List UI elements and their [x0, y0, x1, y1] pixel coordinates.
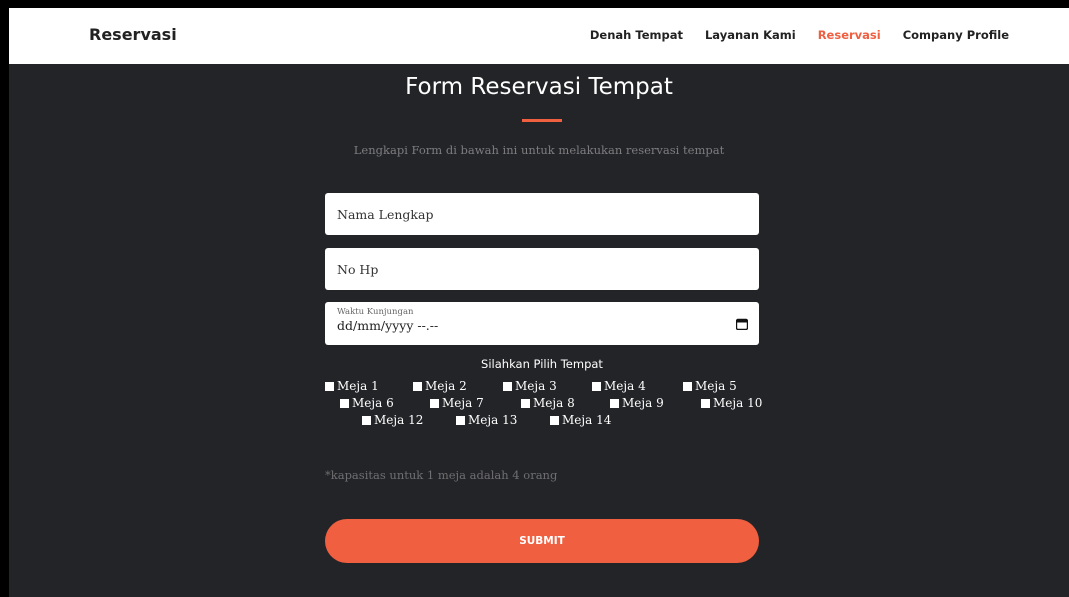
table-checkbox-meja-4[interactable]: Meja 4 — [592, 379, 646, 393]
visit-datetime-value[interactable]: dd/mm/yyyy --.-- — [337, 318, 747, 333]
table-checkbox-meja-1[interactable]: Meja 1 — [325, 379, 379, 393]
checkbox-icon[interactable] — [592, 381, 601, 391]
table-checkbox-meja-10[interactable]: Meja 10 — [701, 396, 762, 410]
nav-link-layanan-kami[interactable]: Layanan Kami — [705, 28, 796, 42]
table-checkbox-meja-8[interactable]: Meja 8 — [521, 396, 575, 410]
table-checkbox-label: Meja 12 — [374, 413, 424, 427]
page-subtitle: Lengkapi Form di bawah ini untuk melakuk… — [353, 143, 725, 157]
table-pick-label: Silahkan Pilih Tempat — [481, 357, 603, 371]
nav-link-reservasi[interactable]: Reservasi — [818, 28, 881, 42]
checkbox-icon[interactable] — [456, 415, 465, 425]
table-checkbox-meja-7[interactable]: Meja 7 — [430, 396, 484, 410]
table-checkbox-label: Meja 14 — [562, 413, 612, 427]
checkbox-icon[interactable] — [610, 398, 619, 408]
table-checkbox-label: Meja 3 — [515, 379, 557, 393]
visit-datetime-label: Waktu Kunjungan — [337, 307, 414, 317]
checkbox-icon[interactable] — [683, 381, 692, 391]
table-checkbox-label: Meja 6 — [352, 396, 394, 410]
table-checkbox-label: Meja 8 — [533, 396, 575, 410]
checkbox-icon[interactable] — [550, 415, 559, 425]
window-border-left — [0, 0, 9, 597]
visit-datetime-field[interactable]: Waktu Kunjungan dd/mm/yyyy --.-- — [325, 302, 759, 345]
table-checkbox-label: Meja 7 — [442, 396, 484, 410]
table-checkbox-meja-5[interactable]: Meja 5 — [683, 379, 737, 393]
table-checkbox-meja-3[interactable]: Meja 3 — [503, 379, 557, 393]
table-checkbox-label: Meja 1 — [337, 379, 379, 393]
checkbox-icon[interactable] — [701, 398, 710, 408]
table-checkbox-meja-14[interactable]: Meja 14 — [550, 413, 611, 427]
table-checkbox-label: Meja 13 — [468, 413, 518, 427]
table-checkbox-label: Meja 2 — [425, 379, 467, 393]
capacity-note: *kapasitas untuk 1 meja adalah 4 orang — [325, 468, 558, 482]
checkbox-icon[interactable] — [325, 381, 334, 391]
table-checkbox-meja-13[interactable]: Meja 13 — [456, 413, 517, 427]
page-title: Form Reservasi Tempat — [405, 74, 673, 100]
table-checkbox-meja-2[interactable]: Meja 2 — [413, 379, 467, 393]
checkbox-icon[interactable] — [503, 381, 512, 391]
checkbox-icon[interactable] — [340, 398, 349, 408]
nav-link-denah-tempat[interactable]: Denah Tempat — [590, 28, 683, 42]
nav-links: Denah Tempat Layanan Kami Reservasi Comp… — [590, 28, 1009, 42]
brand-logo[interactable]: Reservasi — [89, 25, 177, 44]
table-checkbox-label: Meja 5 — [695, 379, 737, 393]
checkbox-icon[interactable] — [362, 415, 371, 425]
name-input[interactable] — [325, 193, 759, 235]
checkbox-icon[interactable] — [413, 381, 422, 391]
table-checkbox-label: Meja 10 — [713, 396, 763, 410]
table-checkbox-label: Meja 4 — [604, 379, 646, 393]
window-border-top — [0, 0, 1069, 8]
navbar: Reservasi Denah Tempat Layanan Kami Rese… — [9, 8, 1069, 64]
nav-link-company-profile[interactable]: Company Profile — [903, 28, 1009, 42]
title-divider — [522, 119, 562, 122]
checkbox-icon[interactable] — [430, 398, 439, 408]
phone-input[interactable] — [325, 248, 759, 290]
calendar-icon[interactable] — [736, 318, 748, 330]
page-viewport: Reservasi Denah Tempat Layanan Kami Rese… — [9, 8, 1069, 597]
submit-button[interactable]: SUBMIT — [325, 519, 759, 563]
table-checkbox-meja-9[interactable]: Meja 9 — [610, 396, 664, 410]
checkbox-icon[interactable] — [521, 398, 530, 408]
table-checkbox-meja-6[interactable]: Meja 6 — [340, 396, 394, 410]
table-checkbox-label: Meja 9 — [622, 396, 664, 410]
table-checkbox-meja-12[interactable]: Meja 12 — [362, 413, 423, 427]
